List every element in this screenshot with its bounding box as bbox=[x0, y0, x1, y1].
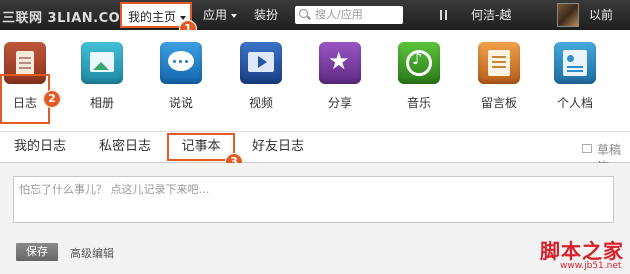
chevron-down-icon bbox=[180, 15, 187, 20]
app-label: 分享 bbox=[327, 96, 352, 110]
app-label: 个人档 bbox=[556, 96, 593, 110]
tab-my-diary[interactable]: 我的日志 bbox=[14, 132, 66, 162]
speech-bubble-icon bbox=[160, 42, 202, 84]
search-input[interactable]: 搜人/应用 bbox=[295, 6, 403, 24]
diary-tab-bar: 我的日志 私密日志 好友日志 bbox=[0, 132, 630, 163]
app-label: 留言板 bbox=[480, 96, 517, 110]
share-star-icon: ★ bbox=[319, 42, 361, 84]
search-placeholder: 搜人/应用 bbox=[315, 8, 363, 21]
tab-friends-diary[interactable]: 好友日志 bbox=[252, 132, 304, 162]
save-button[interactable]: 保存 bbox=[16, 243, 58, 261]
app-video[interactable]: 视频 bbox=[231, 42, 291, 111]
message-board-icon bbox=[478, 42, 520, 84]
apps-menu[interactable]: 应用 bbox=[203, 0, 238, 30]
app-status[interactable]: 说说 bbox=[151, 42, 211, 111]
my-home-label: 我的主页 bbox=[128, 10, 177, 24]
username-link[interactable]: 何洁-越 bbox=[471, 0, 511, 30]
app-share[interactable]: ★ 分享 bbox=[310, 42, 370, 111]
note-placeholder: 怕忘了什么事儿？ 点这儿记录下来吧… bbox=[19, 183, 210, 196]
app-label: 音乐 bbox=[406, 96, 431, 110]
tab-private-diary[interactable]: 私密日志 bbox=[99, 132, 151, 162]
app-music[interactable]: ♪ 音乐 bbox=[389, 42, 449, 111]
draft-box-icon bbox=[582, 144, 592, 153]
app-label: 说说 bbox=[168, 96, 193, 110]
advanced-edit-link[interactable]: 高级编辑 bbox=[70, 245, 114, 261]
video-icon bbox=[240, 42, 282, 84]
app-profile[interactable]: 个人档 bbox=[545, 42, 605, 111]
app-label: 视频 bbox=[248, 96, 273, 110]
avatar[interactable] bbox=[557, 3, 579, 27]
apps-menu-label: 应用 bbox=[203, 8, 228, 22]
status-text[interactable]: 以前要... bbox=[589, 0, 630, 52]
tab-notepad[interactable]: 记事本 bbox=[167, 133, 235, 161]
music-icon: ♪ bbox=[398, 42, 440, 84]
search-icon bbox=[299, 9, 308, 18]
app-label: 相册 bbox=[89, 96, 114, 110]
watermark-title: 脚本之家 bbox=[540, 239, 624, 263]
notepad-editor-area: 怕忘了什么事儿？ 点这儿记录下来吧… 保存 高级编辑 脚本之家 www.jb51… bbox=[0, 163, 630, 274]
chevron-down-icon bbox=[231, 13, 238, 18]
step-badge-2: 2 bbox=[43, 90, 61, 108]
pause-icon[interactable] bbox=[440, 10, 448, 20]
photo-album-icon bbox=[81, 42, 123, 84]
app-message-board[interactable]: 留言板 bbox=[469, 42, 529, 111]
profile-card-icon bbox=[554, 42, 596, 84]
note-textarea[interactable]: 怕忘了什么事儿？ 点这儿记录下来吧… bbox=[13, 176, 614, 223]
top-navigation-bar: 三联网 3LIAN.COM 我的主页 应用 装扮 搜人/应用 何洁-越 以前要.… bbox=[0, 0, 630, 52]
app-photo-album[interactable]: 相册 bbox=[72, 42, 132, 111]
watermark-url: www.jb51.net bbox=[560, 261, 622, 271]
decorate-link[interactable]: 装扮 bbox=[254, 0, 278, 30]
app-icon-row: 日志 相册 说说 视频 ★ 分享 ♪ 音乐 留言板 个人档 bbox=[0, 30, 630, 130]
site-logo[interactable]: 三联网 3LIAN.COM bbox=[2, 7, 134, 26]
